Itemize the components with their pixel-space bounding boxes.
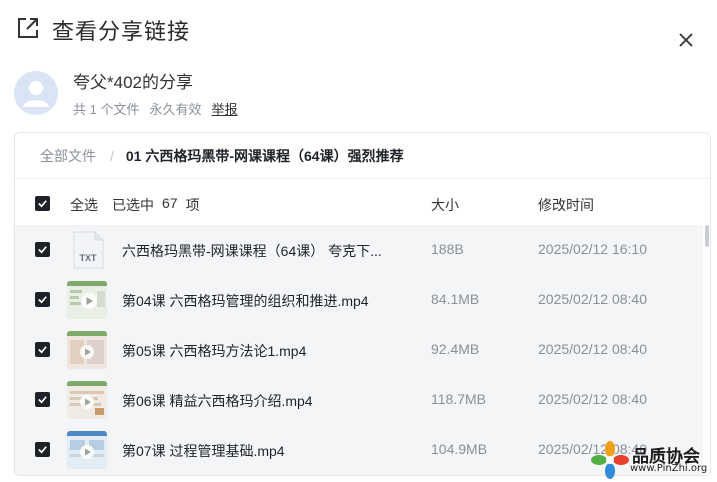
table-row[interactable]: 第05课 六西格玛方法论1.mp4 92.4MB 2025/02/12 08:4… xyxy=(15,325,703,375)
user-icon xyxy=(23,81,49,107)
file-name[interactable]: 六西格玛黑带-网课课程（64课） 夸克下... xyxy=(122,241,382,261)
file-rows: TXT 六西格玛黑带-网课课程（64课） 夸克下... 188B 2025/02… xyxy=(15,225,703,475)
file-name[interactable]: 第04课 六西格玛管理的组织和推进.mp4 xyxy=(122,291,369,311)
video-thumbnail xyxy=(67,431,107,469)
file-size: 84.1MB xyxy=(431,291,480,307)
file-size: 92.4MB xyxy=(431,341,480,357)
video-thumbnail xyxy=(67,281,107,319)
table-row[interactable]: 第04课 六西格玛管理的组织和推进.mp4 84.1MB 2025/02/12 … xyxy=(15,275,703,325)
table-row[interactable]: TXT 六西格玛黑带-网课课程（64课） 夸克下... 188B 2025/02… xyxy=(15,225,703,275)
watermark-url: www.PinZhi.org xyxy=(630,463,708,474)
breadcrumb-current: 01 六西格玛黑带-网课课程（64课）强烈推荐 xyxy=(125,147,404,164)
check-icon xyxy=(38,346,47,354)
breadcrumb-separator: / xyxy=(110,147,114,164)
watermark: 品质协会 www.PinZhi.org xyxy=(590,440,717,482)
file-name[interactable]: 第06课 精益六西格玛介绍.mp4 xyxy=(122,391,313,411)
selected-prefix: 已选中 xyxy=(112,197,154,213)
external-link-icon xyxy=(18,18,38,38)
row-checkbox[interactable] xyxy=(35,292,50,307)
share-meta: 共 1 个文件 永久有效 举报 xyxy=(73,99,238,118)
row-checkbox[interactable] xyxy=(35,342,50,357)
sharer-name: 夸父*402的分享 xyxy=(73,73,193,92)
report-link[interactable]: 举报 xyxy=(211,99,237,118)
file-time: 2025/02/12 08:40 xyxy=(538,391,647,407)
file-name[interactable]: 第05课 六西格玛方法论1.mp4 xyxy=(122,341,306,361)
dialog-header: 查看分享链接 xyxy=(0,0,717,60)
avatar xyxy=(14,71,58,115)
file-time: 2025/02/12 08:40 xyxy=(538,341,647,357)
table-row[interactable]: 第06课 精益六西格玛介绍.mp4 118.7MB 2025/02/12 08:… xyxy=(15,375,703,425)
check-icon xyxy=(38,296,47,304)
select-all-checkbox[interactable] xyxy=(35,196,50,211)
selected-count: 67 xyxy=(162,195,178,211)
video-thumbnail xyxy=(67,381,107,419)
breadcrumb-root[interactable]: 全部文件 xyxy=(40,146,96,166)
file-time: 2025/02/12 08:40 xyxy=(538,291,647,307)
row-checkbox[interactable] xyxy=(35,242,50,257)
file-time: 2025/02/12 16:10 xyxy=(538,241,647,257)
txt-file-icon: TXT xyxy=(73,231,104,269)
watermark-logo-icon xyxy=(591,441,629,479)
sharer-info: 夸父*402的分享 共 1 个文件 永久有效 举报 xyxy=(14,68,704,120)
column-header-modified[interactable]: 修改时间 xyxy=(538,195,594,215)
svg-text:TXT: TXT xyxy=(80,253,98,263)
row-checkbox[interactable] xyxy=(35,442,50,457)
video-thumbnail xyxy=(67,331,107,369)
validity: 永久有效 xyxy=(149,102,202,117)
breadcrumb: 全部文件 / 01 六西格玛黑带-网课课程（64课）强烈推荐 xyxy=(15,133,710,179)
file-count: 共 1 个文件 xyxy=(73,102,140,117)
select-all-label[interactable]: 全选 xyxy=(70,195,98,215)
file-name[interactable]: 第07课 过程管理基础.mp4 xyxy=(122,441,285,461)
close-icon[interactable] xyxy=(672,26,700,54)
row-checkbox[interactable] xyxy=(35,392,50,407)
file-size: 188B xyxy=(431,241,464,257)
column-header-size[interactable]: 大小 xyxy=(431,195,459,215)
file-size: 104.9MB xyxy=(431,441,488,457)
file-size: 118.7MB xyxy=(431,391,486,407)
selection-summary: 全选 已选中 67 项 xyxy=(70,195,200,215)
check-icon xyxy=(38,200,47,208)
share-link-dialog: 查看分享链接 夸父*402的分享 共 1 个文件 永久有效 举报 全部文件 / … xyxy=(0,0,717,482)
file-list-card: 全部文件 / 01 六西格玛黑带-网课课程（64课）强烈推荐 全选 已选中 67… xyxy=(14,132,711,476)
selected-suffix: 项 xyxy=(185,197,200,213)
scrollbar-thumb[interactable] xyxy=(705,225,709,247)
check-icon xyxy=(38,446,47,454)
dialog-title: 查看分享链接 xyxy=(52,19,191,44)
scrollbar[interactable] xyxy=(705,225,710,475)
check-icon xyxy=(38,396,47,404)
check-icon xyxy=(38,246,47,254)
list-header: 全选 已选中 67 项 大小 修改时间 xyxy=(15,179,710,225)
